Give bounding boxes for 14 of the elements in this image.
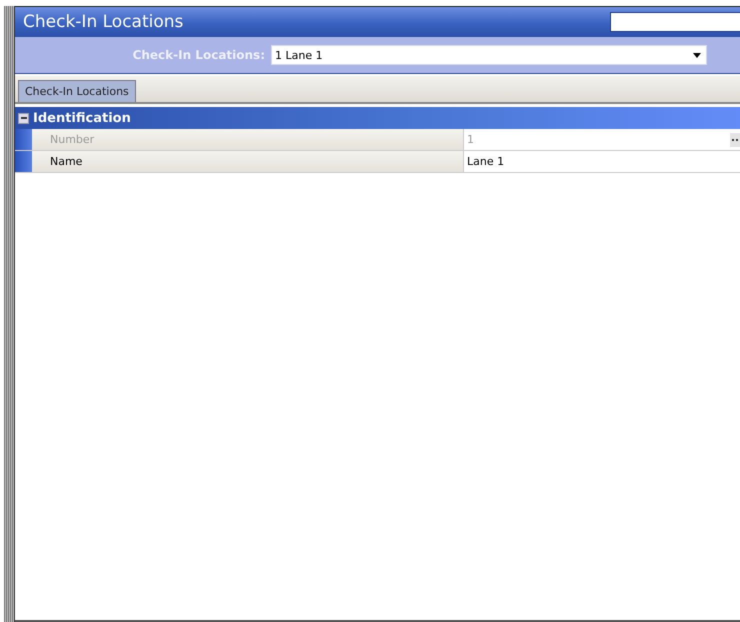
property-label: Number (32, 129, 464, 150)
window-title: Check-In Locations (23, 12, 184, 32)
ellipsis-icon[interactable] (730, 132, 740, 146)
group-title: Identification (33, 110, 131, 126)
property-label: Name (32, 151, 464, 172)
search-field[interactable] (610, 12, 740, 32)
location-dropdown[interactable]: 1 Lane 1 (271, 45, 707, 65)
selector-label: Check-In Locations: (132, 48, 266, 62)
row-gutter (15, 129, 32, 150)
property-value[interactable]: Lane 1 (464, 151, 740, 172)
tab[interactable]: Check-In Locations (18, 80, 136, 102)
row-gutter (15, 151, 32, 172)
collapse-icon[interactable] (18, 112, 29, 124)
caret-icon (693, 52, 701, 58)
